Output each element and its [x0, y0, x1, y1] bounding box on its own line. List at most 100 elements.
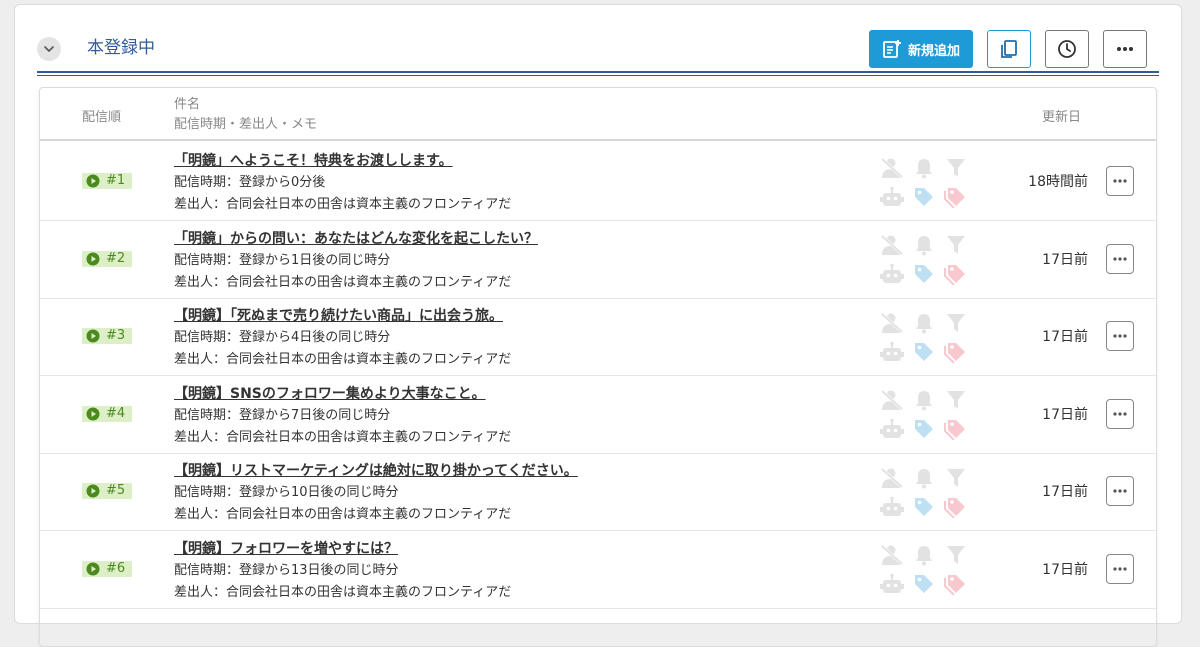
- tag-icon: [915, 575, 933, 593]
- sender-name: 差出人：合同会社日本の田舎は資本主義のフロンティアだ: [174, 352, 512, 367]
- status-badge: #3: [82, 328, 132, 344]
- delivery-timing: 配信時期：登録から0分後: [174, 175, 326, 190]
- step-number: #4: [106, 405, 126, 421]
- tag-icon: [944, 497, 965, 518]
- step-number: #2: [106, 250, 126, 266]
- header-divider: [37, 71, 1159, 73]
- table-row[interactable]: #5 【明鏡】リストマーケティングは絶対に取り掛かってください。 配信時期：登録…: [40, 453, 1156, 531]
- robot-icon: [880, 418, 904, 438]
- message-subject-link[interactable]: 【明鏡】リストマーケティングは絶対に取り掛かってください。: [174, 461, 578, 481]
- message-subject-link[interactable]: 【明鏡】フォロワーを増やすには？: [174, 539, 398, 559]
- feature-icons: [876, 541, 972, 599]
- status-badge: #6: [82, 560, 132, 577]
- feature-icons: [876, 231, 972, 289]
- filter-icon: [947, 391, 965, 409]
- message-table: 配信順 件名 配信時期・差出人・メモ 更新日 #1 「明鏡」へようこそ！特典をお…: [39, 87, 1157, 647]
- filter-icon: [947, 546, 965, 564]
- feature-icons: [876, 463, 972, 521]
- more-icon: [1113, 334, 1127, 338]
- step-number: #1: [106, 173, 126, 188]
- bell-icon: [916, 158, 932, 178]
- robot-icon: [880, 573, 904, 593]
- row-menu-button[interactable]: [1106, 553, 1134, 584]
- step-number: #5: [106, 483, 126, 498]
- tag-icon: [915, 420, 933, 438]
- delivery-timing: 配信時期：登録から7日後の同じ時分: [174, 407, 391, 423]
- tag-icon: [944, 420, 965, 440]
- bell-icon: [916, 468, 932, 488]
- row-menu-button[interactable]: [1106, 321, 1134, 351]
- table-row[interactable]: #6 【明鏡】フォロワーを増やすには？ 配信時期：登録から13日後の同じ時分 差…: [40, 531, 1156, 609]
- row-menu-button[interactable]: [1106, 243, 1134, 274]
- message-subject-link[interactable]: 「明鏡」へようこそ！特典をお渡しします。: [174, 151, 453, 171]
- bell-icon: [916, 546, 932, 566]
- copy-button[interactable]: [987, 30, 1031, 68]
- updated-time: 17日前: [1042, 329, 1088, 345]
- sender-name: 差出人：合同会社日本の田舎は資本主義のフロンティアだ: [174, 197, 512, 212]
- robot-icon: [880, 341, 904, 361]
- filter-icon: [947, 468, 965, 487]
- bell-icon: [916, 391, 932, 411]
- message-subject-link[interactable]: 【明鏡】「死ぬまで売り続けたい商品」に出会う旅。: [174, 306, 503, 326]
- more-icon: [1113, 179, 1127, 183]
- add-new-button[interactable]: 新規追加: [869, 30, 973, 68]
- robot-icon: [880, 263, 904, 283]
- row-menu-button[interactable]: [1106, 166, 1134, 196]
- row-menu-button[interactable]: [1106, 398, 1134, 429]
- tag-icon: [915, 342, 933, 361]
- more-icon: [1113, 411, 1127, 416]
- tag-icon: [915, 187, 933, 206]
- message-subject-link[interactable]: 【明鏡】SNSのフォロワー集めより大事なこと。: [174, 384, 486, 404]
- tag-icon: [944, 187, 965, 208]
- table-row[interactable]: #2 「明鏡」からの問い：あなたはどんな変化を起こしたい？ 配信時期：登録から1…: [40, 221, 1156, 299]
- clock-icon: [1058, 40, 1076, 58]
- bell-icon: [916, 236, 932, 256]
- delivery-timing: 配信時期：登録から1日後の同じ時分: [174, 252, 391, 268]
- user-off-icon: [880, 389, 904, 411]
- robot-icon: [880, 496, 904, 516]
- message-subject-link[interactable]: 「明鏡」からの問い：あなたはどんな変化を起こしたい？: [174, 229, 538, 249]
- header-order: 配信順: [82, 110, 122, 125]
- status-badge: #4: [82, 405, 132, 422]
- collapse-button[interactable]: [37, 37, 61, 61]
- sender-name: 差出人：合同会社日本の田舎は資本主義のフロンティアだ: [174, 507, 512, 522]
- play-icon: [86, 407, 100, 420]
- updated-time: 17日前: [1042, 406, 1088, 423]
- updated-time: 17日前: [1042, 561, 1088, 578]
- row-menu-button[interactable]: [1106, 476, 1134, 506]
- section-title: 本登録中: [87, 38, 155, 58]
- step-number: #6: [106, 560, 126, 576]
- delivery-timing: 配信時期：登録から13日後の同じ時分: [174, 562, 399, 578]
- more-icon: [1113, 566, 1127, 571]
- delivery-timing: 配信時期：登録から4日後の同じ時分: [174, 330, 391, 345]
- header-subject: 件名 配信時期・差出人・メモ: [174, 95, 317, 135]
- more-icon: [1113, 489, 1127, 493]
- tag-icon: [944, 342, 965, 363]
- bell-icon: [916, 313, 932, 333]
- copy-icon: [1001, 40, 1017, 58]
- table-row[interactable]: #4 【明鏡】SNSのフォロワー集めより大事なこと。 配信時期：登録から7日後の…: [40, 376, 1156, 454]
- delivery-timing: 配信時期：登録から10日後の同じ時分: [174, 485, 399, 500]
- feature-icons: [876, 308, 972, 366]
- status-badge: #2: [82, 250, 132, 267]
- tag-icon: [944, 265, 965, 285]
- feature-icons: [876, 153, 972, 211]
- history-button[interactable]: [1045, 30, 1089, 68]
- status-badge: #5: [82, 483, 132, 499]
- play-icon: [86, 174, 100, 188]
- user-off-icon: [880, 234, 904, 256]
- tag-icon: [944, 575, 965, 595]
- sender-name: 差出人：合同会社日本の田舎は資本主義のフロンティアだ: [174, 429, 512, 445]
- add-new-label: 新規追加: [907, 43, 960, 59]
- updated-time: 17日前: [1042, 484, 1088, 500]
- step-number: #3: [106, 328, 126, 343]
- table-row[interactable]: #1 「明鏡」へようこそ！特典をお渡しします。 配信時期：登録から0分後 差出人…: [40, 143, 1156, 221]
- table-row[interactable]: #3 【明鏡】「死ぬまで売り続けたい商品」に出会う旅。 配信時期：登録から4日後…: [40, 298, 1156, 376]
- updated-time: 17日前: [1042, 251, 1088, 268]
- tag-icon: [915, 265, 933, 283]
- more-options-button[interactable]: [1103, 30, 1147, 68]
- more-icon: [1117, 47, 1133, 51]
- sender-name: 差出人：合同会社日本の田舎は資本主義のフロンティアだ: [174, 584, 512, 600]
- tag-icon: [915, 497, 933, 516]
- header-subject-line2: 配信時期・差出人・メモ: [174, 117, 318, 132]
